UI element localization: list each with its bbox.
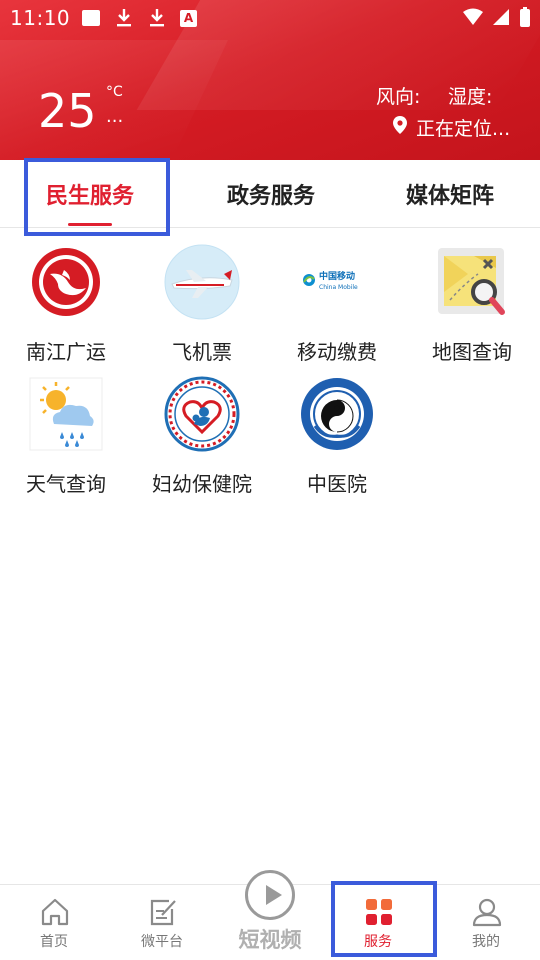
service-label: 地图查询: [432, 340, 512, 364]
service-label: 飞机票: [172, 340, 232, 364]
service-label: 天气查询: [26, 472, 106, 496]
download-icon: [115, 8, 133, 28]
service-label: 妇幼保健院: [152, 472, 252, 496]
status-time: 11:10: [10, 6, 71, 30]
edit-note-icon: [148, 897, 178, 927]
temperature-value: 25: [38, 84, 97, 138]
temperature-unit: °C: [106, 84, 123, 100]
header-decoration: [0, 40, 228, 160]
weather-header: 11:10 A 25 °C ... 风向: 湿度: 正在定位...: [0, 0, 540, 160]
map-search-icon: [434, 244, 510, 320]
tcm-hospital-icon: [299, 376, 375, 452]
signal-icon: [492, 8, 510, 28]
wind-direction-label: 风向:: [376, 86, 421, 108]
home-icon: [40, 897, 70, 927]
nav-profile[interactable]: 我的: [436, 885, 536, 960]
service-label: 中医院: [307, 472, 367, 496]
maternal-hospital-icon: [164, 376, 240, 452]
user-icon: [472, 897, 502, 927]
location-text[interactable]: 正在定位...: [416, 114, 510, 141]
weather-description: ...: [106, 106, 124, 127]
service-label: 南江广运: [26, 340, 106, 364]
app-a-icon: A: [180, 10, 197, 27]
highlight-box: [24, 158, 170, 236]
nav-label: 首页: [40, 934, 68, 950]
weather-icon: [28, 376, 104, 452]
wifi-icon: [462, 8, 484, 28]
airplane-icon: [164, 244, 240, 320]
play-icon[interactable]: [245, 870, 295, 920]
highlight-box: [331, 881, 437, 957]
nav-micro-platform[interactable]: 微平台: [112, 885, 212, 960]
tab-media-matrix[interactable]: 媒体矩阵: [406, 178, 494, 210]
location-pin-icon: [392, 116, 408, 134]
service-label: 移动缴费: [297, 340, 377, 364]
tab-government-services[interactable]: 政务服务: [227, 178, 315, 210]
nanjiang-transport-icon: [28, 244, 104, 320]
download-icon: [148, 8, 166, 28]
china-mobile-icon: 中国移动 China Mobile: [299, 244, 375, 320]
nav-label: 微平台: [141, 934, 183, 950]
gallery-icon: [82, 10, 100, 26]
status-bar: 11:10 A: [0, 0, 540, 36]
nav-home[interactable]: 首页: [4, 885, 104, 960]
humidity-label: 湿度:: [448, 86, 493, 108]
nav-short-video[interactable]: 短视频: [232, 924, 308, 954]
svg-text:中国移动: 中国移动: [319, 270, 355, 282]
nav-label: 我的: [472, 934, 500, 950]
battery-icon: [520, 7, 530, 27]
svg-text:China Mobile: China Mobile: [319, 284, 358, 291]
